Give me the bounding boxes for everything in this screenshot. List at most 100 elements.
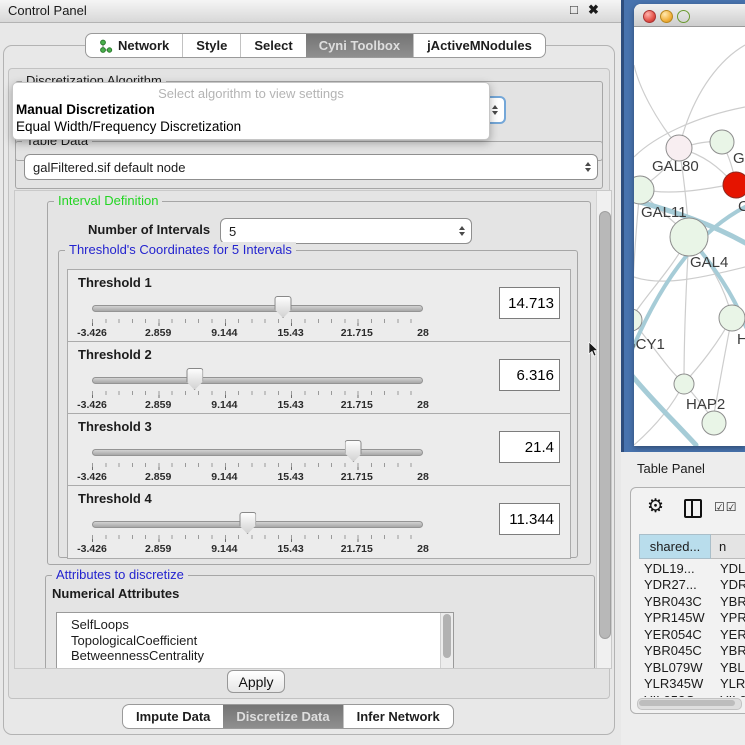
- slider-track[interactable]: [92, 305, 423, 312]
- cell[interactable]: YBR043C: [639, 594, 714, 609]
- node-g[interactable]: [710, 130, 734, 154]
- threshold-3-label: Threshold 3: [78, 419, 152, 434]
- tab-infer-network[interactable]: Infer Network: [343, 705, 453, 728]
- tab-jactivemnodules[interactable]: jActiveMNodules: [413, 34, 545, 57]
- tab-impute-data[interactable]: Impute Data: [123, 705, 223, 728]
- tab-network[interactable]: Network: [86, 34, 182, 57]
- list-item[interactable]: SelfLoops: [57, 613, 453, 633]
- list-scrollbar[interactable]: [440, 613, 453, 669]
- node-selected-red[interactable]: [723, 172, 745, 198]
- table-row[interactable]: YPR145WYPR1: [639, 610, 745, 627]
- threshold-4-slider[interactable]: -3.426 2.859 9.144 15.43 21.715 28: [92, 512, 423, 556]
- scrollbar-thumb[interactable]: [639, 700, 735, 706]
- tick-label: 2.859: [145, 471, 171, 483]
- table-row[interactable]: YBR045CYBR0: [639, 643, 745, 660]
- zoom-traffic-light[interactable]: [677, 10, 690, 23]
- slider-thumb[interactable]: [186, 368, 203, 390]
- cell[interactable]: YPR1: [714, 610, 745, 625]
- dropdown-item-manual[interactable]: Manual Discretization: [13, 101, 489, 118]
- tab-impute-data-label: Impute Data: [136, 709, 210, 724]
- threshold-1-field[interactable]: [499, 287, 560, 319]
- cell[interactable]: YIL0: [714, 693, 745, 697]
- table-header-row: shared... n: [639, 534, 745, 559]
- cell[interactable]: YDL1: [714, 561, 745, 576]
- node-partial[interactable]: [702, 411, 726, 435]
- threshold-3-slider[interactable]: -3.426 2.859 9.144 15.43 21.715 28: [92, 440, 423, 484]
- slider-track[interactable]: [92, 449, 423, 456]
- tick-label: 9.144: [211, 471, 237, 483]
- column-header-shared[interactable]: shared...: [639, 534, 711, 559]
- cell[interactable]: YLR345W: [639, 676, 714, 691]
- threshold-4-field[interactable]: [499, 503, 560, 535]
- table-row[interactable]: YBR043CYBR0: [639, 593, 745, 610]
- interval-definition-group: Interval Definition Number of Intervals …: [47, 201, 591, 565]
- checkboxes-icon[interactable]: ☑☑: [714, 500, 738, 514]
- cell[interactable]: YER0: [714, 627, 745, 642]
- cell[interactable]: YBL0: [714, 660, 745, 675]
- table-panel-section: Table Panel ⚙ ☑☑ shared... n YDL19...YDL…: [621, 452, 745, 745]
- tab-style[interactable]: Style: [182, 34, 240, 57]
- node-gal4[interactable]: [670, 218, 708, 256]
- scrollbar-thumb[interactable]: [599, 211, 611, 639]
- node-h[interactable]: [719, 305, 745, 331]
- cell[interactable]: YIL052C: [639, 693, 714, 697]
- table-horizontal-scrollbar[interactable]: [637, 698, 742, 710]
- node-label: GAL4: [690, 254, 728, 271]
- minimize-traffic-light[interactable]: [660, 10, 673, 23]
- tick-label: -3.426: [77, 399, 107, 411]
- threshold-2-slider[interactable]: -3.426 2.859 9.144 15.43 21.715 28: [92, 368, 423, 412]
- table-row[interactable]: YLR345WYLR3: [639, 676, 745, 693]
- node-label: GAL11: [641, 204, 687, 221]
- node-hap2[interactable]: [674, 374, 694, 394]
- split-table-icon[interactable]: [684, 499, 702, 518]
- column-header-name[interactable]: n: [711, 534, 745, 559]
- slider-thumb[interactable]: [275, 296, 292, 318]
- network-canvas[interactable]: GAL80 G C GAL11 GAL4 GCY1 H HAP2: [634, 27, 745, 446]
- list-item[interactable]: BetweennessCentrality: [57, 648, 453, 664]
- threshold-3-field[interactable]: [499, 431, 560, 463]
- settings-vertical-scrollbar[interactable]: [596, 191, 611, 668]
- threshold-2-field[interactable]: [499, 359, 560, 391]
- cell[interactable]: YBR0: [714, 594, 745, 609]
- cell[interactable]: YDR2: [714, 577, 745, 592]
- gear-icon[interactable]: ⚙: [647, 496, 664, 518]
- table-row[interactable]: YER054CYER0: [639, 626, 745, 643]
- list-item[interactable]: TopologicalCoefficient: [57, 633, 453, 649]
- slider-track[interactable]: [92, 521, 423, 528]
- threshold-1-slider[interactable]: -3.426 2.859 9.144 15.43 21.715 28: [92, 296, 423, 340]
- cell[interactable]: YBL079W: [639, 660, 714, 675]
- cell[interactable]: YDL19...: [639, 561, 714, 576]
- table-row[interactable]: YBL079WYBL0: [639, 659, 745, 676]
- close-icon[interactable]: ✖: [588, 2, 599, 18]
- cell[interactable]: YBR0: [714, 643, 745, 658]
- cell[interactable]: YLR3: [714, 676, 745, 691]
- combo-arrows-icon: [585, 162, 591, 172]
- thresholds-group: Threshold's Coordinates for 5 Intervals …: [58, 250, 578, 558]
- cell[interactable]: YBR045C: [639, 643, 714, 658]
- tab-cyni-toolbox[interactable]: Cyni Toolbox: [306, 34, 413, 57]
- slider-track[interactable]: [92, 377, 423, 384]
- tick-label: -3.426: [77, 471, 107, 483]
- table-data-combobox[interactable]: galFiltered.sif default node: [24, 154, 598, 180]
- number-of-intervals-combobox[interactable]: 5: [220, 218, 472, 244]
- table-row[interactable]: YIL052CYIL0: [639, 692, 745, 697]
- float-window-icon[interactable]: □: [570, 2, 578, 17]
- tick-label: 9.144: [211, 327, 237, 339]
- network-nodes[interactable]: [634, 130, 745, 435]
- tab-discretize-data[interactable]: Discretize Data: [223, 705, 342, 728]
- slider-thumb[interactable]: [345, 440, 362, 462]
- cell[interactable]: YPR145W: [639, 610, 714, 625]
- table-panel: ⚙ ☑☑ shared... n YDL19...YDL1 YDR27...YD…: [630, 487, 745, 714]
- cell[interactable]: YDR27...: [639, 577, 714, 592]
- panel-title: Control Panel: [8, 3, 87, 18]
- table-row[interactable]: YDR27...YDR2: [639, 577, 745, 594]
- close-traffic-light[interactable]: [643, 10, 656, 23]
- dropdown-item-equal-width[interactable]: Equal Width/Frequency Discretization: [13, 118, 489, 135]
- table-row[interactable]: YDL19...YDL1: [639, 560, 745, 577]
- tab-select[interactable]: Select: [240, 34, 305, 57]
- cell[interactable]: YER054C: [639, 627, 714, 642]
- slider-tick-labels: -3.426 2.859 9.144 15.43 21.715 28: [92, 327, 423, 339]
- slider-thumb[interactable]: [239, 512, 256, 534]
- table-body: YDL19...YDL1 YDR27...YDR2 YBR043CYBR0 YP…: [639, 560, 745, 697]
- apply-button[interactable]: Apply: [227, 670, 285, 693]
